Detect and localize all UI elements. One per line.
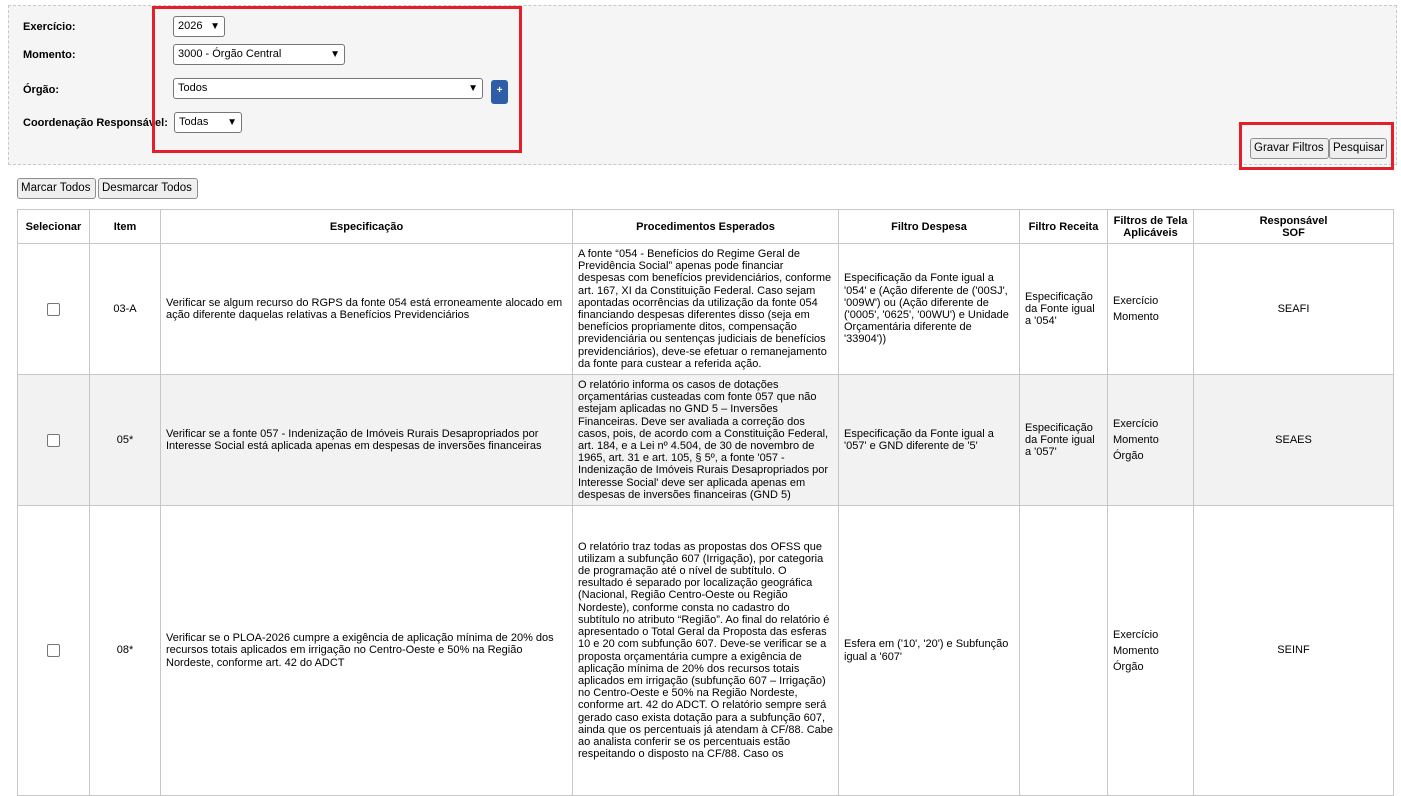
header-filtros-tela-line1: Filtros de Tela [1113,214,1188,227]
select-cell [17,505,90,796]
select-cell [17,243,90,375]
filtro-tela-item: Momento [1113,311,1159,323]
filtro-despesa-cell: Especificação da Fonte igual a '057' e G… [838,374,1020,506]
filtro-tela-item: Exercício [1113,295,1159,307]
item-cell: 08* [89,505,161,796]
filtro-despesa-cell: Esfera em ('10', '20') e Subfunção igual… [838,505,1020,796]
filtros-tela-cell: Exercício Momento Órgão [1107,505,1194,796]
exercicio-label: Exercício: [23,21,76,33]
table-row: 05* Verificar se a fonte 057 - Indenizaç… [17,374,1394,506]
marcar-todos-button[interactable]: Marcar Todos [17,178,96,199]
filtro-receita-cell: Especificação da Fonte igual a '054' [1019,243,1108,375]
responsavel-cell: SEAFI [1193,243,1394,375]
procedimentos-cell: O relatório traz todas as propostas dos … [572,505,839,796]
table-row: 03-A Verificar se algum recurso do RGPS … [17,243,1394,375]
header-filtro-despesa: Filtro Despesa [838,209,1020,244]
header-filtros-tela-line2: Aplicáveis [1123,226,1178,239]
header-responsavel: Responsável SOF [1193,209,1394,244]
filtro-tela-item: Momento [1113,644,1159,657]
pesquisar-button[interactable]: Pesquisar [1329,138,1387,159]
item-cell: 03-A [89,243,161,375]
select-cell [17,374,90,506]
row-checkbox[interactable] [47,644,60,657]
filtro-tela-item: Momento [1113,434,1159,446]
filtros-tela-cell: Exercício Momento Órgão [1107,374,1194,506]
responsavel-cell: SEINF [1193,505,1394,796]
header-filtro-receita: Filtro Receita [1019,209,1108,244]
table-row: 08* Verificar se o PLOA-2026 cumpre a ex… [17,505,1394,796]
header-responsavel-line2: SOF [1282,226,1305,239]
row-checkbox[interactable] [47,302,60,316]
filtro-despesa-cell: Especificação da Fonte igual a '054' e (… [838,243,1020,375]
header-procedimentos: Procedimentos Esperados [572,209,839,244]
verification-table: Selecionar Item Especificação Procedimen… [17,209,1394,796]
especificacao-cell: Verificar se algum recurso do RGPS da fo… [160,243,573,375]
orgao-label: Órgão: [23,84,60,96]
filtros-tela-cell: Exercício Momento [1107,243,1194,375]
table-header-row: Selecionar Item Especificação Procedimen… [17,209,1394,244]
filtro-receita-cell: Especificação da Fonte igual a '057' [1019,374,1108,506]
item-cell: 05* [89,374,161,506]
momento-label: Momento: [23,49,76,61]
procedimentos-cell: A fonte “054 - Benefícios do Regime Gera… [572,243,839,375]
filtro-tela-item: Exercício [1113,418,1159,430]
header-responsavel-line1: Responsável [1259,214,1328,227]
procedimentos-cell: O relatório informa os casos de dotações… [572,374,839,506]
gravar-filtros-button[interactable]: Gravar Filtros [1250,138,1329,159]
coordenacao-label: Coordenação Responsável: [23,117,168,129]
filtro-receita-cell [1019,505,1108,796]
row-checkbox[interactable] [47,433,60,447]
highlight-filters-box [152,6,522,153]
especificacao-cell: Verificar se o PLOA-2026 cumpre a exigên… [160,505,573,796]
desmarcar-todos-button[interactable]: Desmarcar Todos [98,178,198,199]
especificacao-cell: Verificar se a fonte 057 - Indenização d… [160,374,573,506]
responsavel-cell: SEAES [1193,374,1394,506]
header-especificacao: Especificação [160,209,573,244]
filtro-tela-item: Órgão [1113,660,1144,673]
filtro-tela-item: Órgão [1113,450,1144,462]
header-filtros-tela: Filtros de Tela Aplicáveis [1107,209,1194,244]
header-selecionar: Selecionar [17,209,90,244]
header-item: Item [89,209,161,244]
filtro-tela-item: Exercício [1113,628,1159,641]
